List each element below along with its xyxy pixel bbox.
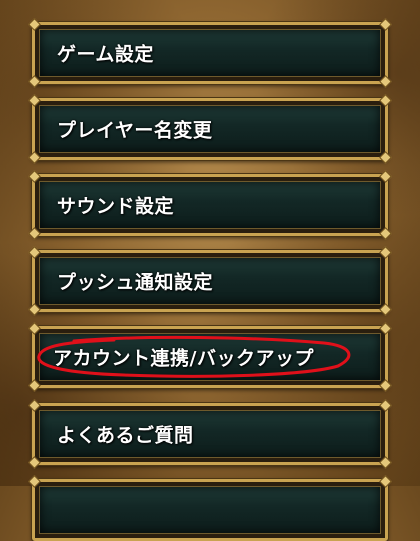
menu-item-label: プッシュ通知設定 xyxy=(57,271,214,294)
menu-item-label: アカウント連携/バックアップ xyxy=(53,347,314,370)
corner-ornament xyxy=(379,18,392,31)
corner-ornament xyxy=(28,456,41,469)
menu-item-player-name-change[interactable]: プレイヤー名変更 xyxy=(28,94,392,164)
menu-item-label: よくあるご質問 xyxy=(57,424,194,447)
menu-item-label: ゲーム設定 xyxy=(57,43,154,66)
menu-item-push-notification-settings[interactable]: プッシュ通知設定 xyxy=(28,246,392,316)
menu-item-faq[interactable]: よくあるご質問 xyxy=(28,399,392,469)
corner-ornament xyxy=(379,379,392,392)
corner-ornament xyxy=(379,94,392,107)
corner-ornament xyxy=(379,75,392,88)
menu-item-sound-settings[interactable]: サウンド設定 xyxy=(28,170,392,240)
corner-ornament xyxy=(379,456,392,469)
menu-item-account-link-backup[interactable]: アカウント連携/バックアップ xyxy=(28,322,392,392)
corner-ornament xyxy=(379,322,392,335)
corner-ornament xyxy=(28,75,41,88)
corner-ornament xyxy=(379,303,392,316)
menu-item-label: プレイヤー名変更 xyxy=(57,119,213,142)
settings-menu: ゲーム設定 プレイヤー名変更 サウンド設定 プッシュ通知設定 アカウント連携/バ… xyxy=(0,0,420,541)
corner-ornament xyxy=(379,246,392,259)
corner-ornament xyxy=(28,227,41,240)
menu-item-partial[interactable] xyxy=(28,475,392,541)
menu-item-game-settings[interactable]: ゲーム設定 xyxy=(28,18,392,88)
corner-ornament xyxy=(28,303,41,316)
corner-ornament xyxy=(28,379,41,392)
corner-ornament xyxy=(379,399,392,412)
corner-ornament xyxy=(28,151,41,164)
corner-ornament xyxy=(379,151,392,164)
menu-item-label: サウンド設定 xyxy=(57,195,175,218)
menu-item-panel xyxy=(39,486,381,534)
corner-ornament xyxy=(379,227,392,240)
corner-ornament xyxy=(379,170,392,183)
